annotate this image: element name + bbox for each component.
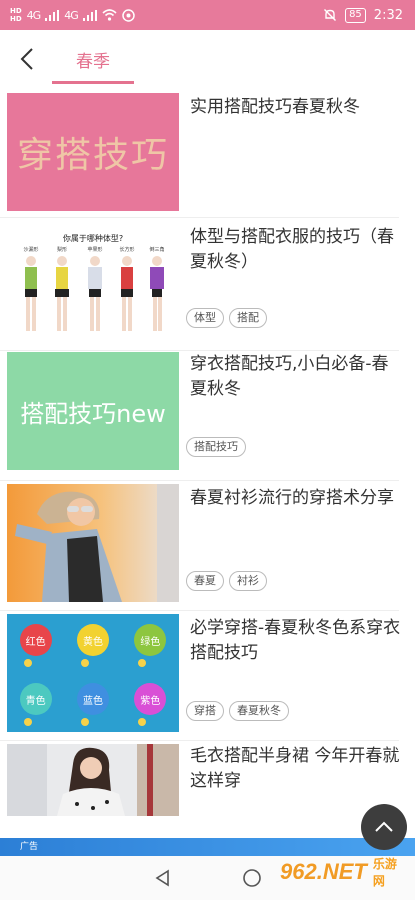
figure-hourglass: 沙漏形 xyxy=(23,246,39,331)
thumbnail-caption: 你属于哪种体型? xyxy=(63,233,123,243)
article-thumbnail xyxy=(7,484,179,602)
figure-label: 梨形 xyxy=(57,246,67,253)
screen: HD HD 4G 4G 85 2:32 春季 穿搭技巧 实用搭配技巧春夏秋冬 你… xyxy=(0,0,415,900)
article-title: 穿衣搭配技巧,小白必备-春夏秋冬 xyxy=(190,354,389,399)
tag-group: 搭配技巧 xyxy=(186,437,246,457)
article-title: 体型与搭配衣服的技巧（春夏秋冬） xyxy=(190,227,394,272)
signal-1-label: 4G xyxy=(26,8,41,22)
tab-spring[interactable]: 春季 xyxy=(52,38,134,84)
watermark-logo: 962.NET 乐游网 xyxy=(280,852,408,892)
color-swatch: 红色 xyxy=(19,624,52,656)
battery-indicator: 85 xyxy=(345,7,366,23)
home-circle-icon[interactable] xyxy=(242,868,262,888)
emoji-icon xyxy=(23,718,32,726)
article-title: 必学穿搭-春夏秋冬色系穿衣搭配技巧 xyxy=(190,618,401,663)
tag[interactable]: 衬衫 xyxy=(229,571,267,591)
clock: 2:32 xyxy=(373,7,403,23)
back-triangle-icon[interactable] xyxy=(154,869,172,887)
hd-label-2: HD xyxy=(10,15,22,23)
mute-bell-icon xyxy=(324,9,337,21)
list-item[interactable]: 红色 黄色 绿色青色 蓝色 紫色 必学穿搭-春夏秋冬色系穿衣搭配技巧 穿搭 春夏秋冬 xyxy=(0,611,415,741)
emoji-icon xyxy=(81,659,89,667)
figure-apple: 苹果形 xyxy=(87,246,103,331)
article-thumbnail: 你属于哪种体型? 沙漏形 梨形 苹果形 长方形 倒三角 xyxy=(7,223,179,341)
hd-label-1: HD xyxy=(10,7,22,15)
body-types-illustration: 你属于哪种体型? 沙漏形 梨形 苹果形 长方形 倒三角 xyxy=(23,233,165,331)
article-title: 毛衣搭配半身裙 今年开春就这样穿 xyxy=(190,746,400,791)
hd-indicator: HD HD xyxy=(10,7,22,23)
tab-spring-label: 春季 xyxy=(76,52,110,72)
color-swatch-label: 青色 xyxy=(25,695,46,707)
tag[interactable]: 春夏秋冬 xyxy=(229,701,289,721)
chevron-up-icon xyxy=(375,821,393,832)
emoji-icon xyxy=(138,718,147,726)
figure-pear: 梨形 xyxy=(55,246,69,331)
wifi-icon xyxy=(102,9,117,21)
color-swatch: 青色 xyxy=(19,683,52,715)
signal-icon xyxy=(45,9,60,21)
figure-rectangle: 长方形 xyxy=(119,246,135,331)
article-title: 实用搭配技巧春夏秋冬 xyxy=(190,97,360,117)
color-swatch: 绿色 xyxy=(134,624,167,656)
figure-inverted-triangle: 倒三角 xyxy=(149,246,165,331)
color-swatch-label: 黄色 xyxy=(83,636,103,648)
color-swatch-label: 紫色 xyxy=(140,695,161,707)
color-circle-grid: 红色 黄色 绿色青色 蓝色 紫色 xyxy=(7,614,179,732)
tag[interactable]: 体型 xyxy=(186,308,224,328)
tag[interactable]: 穿搭 xyxy=(186,701,224,721)
color-swatch: 蓝色 xyxy=(77,683,109,715)
emoji-icon xyxy=(138,659,147,667)
article-title: 春夏衬衫流行的穿搭术分享 xyxy=(190,488,394,508)
chevron-left-icon xyxy=(20,48,33,70)
color-swatch-label: 绿色 xyxy=(140,636,161,648)
signal-icon xyxy=(82,9,97,21)
thumbnail-text: 穿搭技巧 xyxy=(16,135,169,176)
tag[interactable]: 搭配技巧 xyxy=(186,437,246,457)
scroll-to-top-button[interactable] xyxy=(361,804,407,850)
color-swatch-label: 蓝色 xyxy=(83,695,103,707)
emoji-icon xyxy=(81,718,89,726)
figure-label: 长方形 xyxy=(119,246,134,253)
emoji-icon xyxy=(23,659,32,667)
list-item[interactable]: 穿搭技巧 实用搭配技巧春夏秋冬 xyxy=(0,88,415,218)
woman-photo xyxy=(7,484,179,602)
tag-group: 穿搭 春夏秋冬 xyxy=(186,701,289,721)
color-swatch: 紫色 xyxy=(134,683,167,715)
tag[interactable]: 搭配 xyxy=(229,308,267,328)
list-item[interactable]: 搭配技巧new 穿衣搭配技巧,小白必备-春夏秋冬 搭配技巧 xyxy=(0,351,415,481)
color-swatch: 黄色 xyxy=(77,624,109,656)
app-notification-icon xyxy=(121,8,135,22)
ad-label: 广告 xyxy=(20,842,39,852)
list-item[interactable]: 毛衣搭配半身裙 今年开春就这样穿 xyxy=(0,741,415,841)
list-item[interactable]: 春夏衬衫流行的穿搭术分享 春夏 衬衫 xyxy=(0,481,415,611)
color-swatch-label: 红色 xyxy=(25,636,46,648)
tag[interactable]: 春夏 xyxy=(186,571,224,591)
status-left: HD HD 4G 4G xyxy=(10,7,135,23)
logo-text: 962.NET xyxy=(280,859,367,884)
status-bar: HD HD 4G 4G 85 2:32 xyxy=(0,0,415,30)
status-right: 85 2:32 xyxy=(323,7,403,23)
figure-label: 苹果形 xyxy=(87,246,102,253)
thumbnail-art: 搭配技巧new xyxy=(7,352,179,470)
signal-2-label: 4G xyxy=(64,8,78,22)
header: 春季 xyxy=(0,30,415,88)
logo-subtext: 乐游网 xyxy=(372,857,397,888)
tag-group: 春夏 衬衫 xyxy=(186,571,267,591)
article-thumbnail: 穿搭技巧 xyxy=(7,93,179,211)
figure-label: 沙漏形 xyxy=(23,246,38,253)
figure-label: 倒三角 xyxy=(149,246,164,253)
list-item[interactable]: 你属于哪种体型? 沙漏形 梨形 苹果形 长方形 倒三角 体型与搭配衣服的技巧（春… xyxy=(0,218,415,351)
article-thumbnail: 红色 黄色 绿色青色 蓝色 紫色 xyxy=(7,614,179,732)
thumbnail-art: 穿搭技巧 xyxy=(7,93,179,211)
woman-sweater-photo xyxy=(7,744,179,816)
thumbnail-text: 搭配技巧new xyxy=(20,399,166,428)
back-button[interactable] xyxy=(12,44,42,74)
article-thumbnail xyxy=(7,744,179,816)
article-thumbnail: 搭配技巧new xyxy=(7,352,179,470)
tag-group: 体型 搭配 xyxy=(186,308,267,328)
